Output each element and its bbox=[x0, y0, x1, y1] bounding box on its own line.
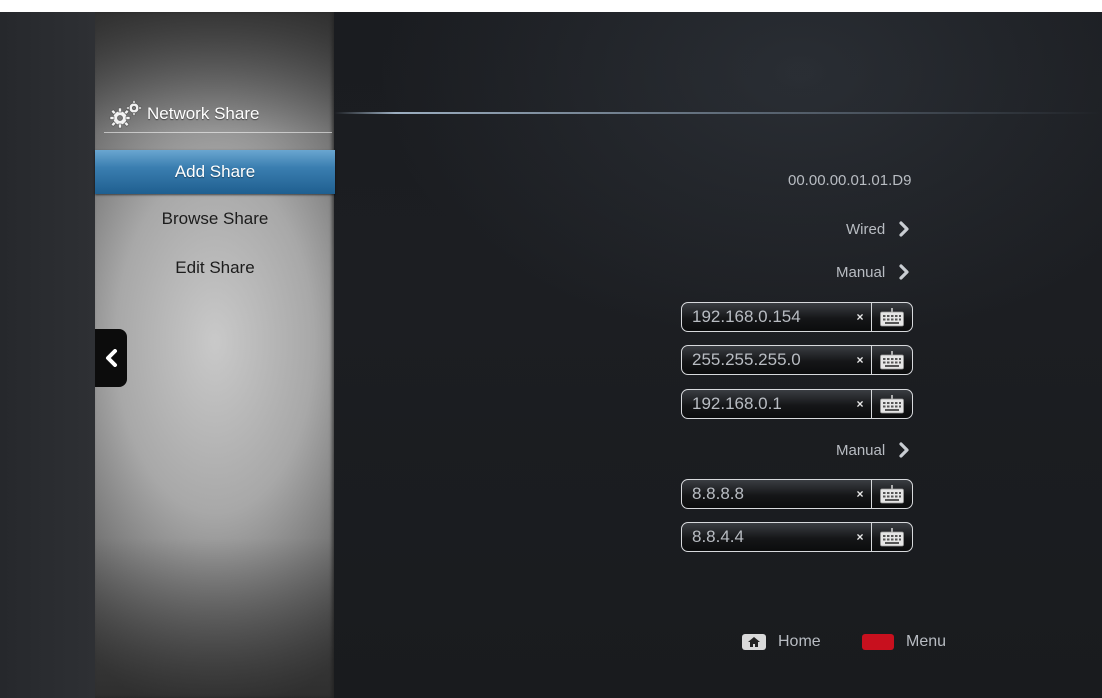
clear-icon[interactable]: × bbox=[849, 487, 871, 501]
keyboard-button[interactable] bbox=[871, 346, 912, 374]
keyboard-button[interactable] bbox=[871, 480, 912, 508]
collapse-sidebar-button[interactable] bbox=[95, 329, 127, 387]
clear-icon[interactable]: × bbox=[849, 530, 871, 544]
home-icon bbox=[742, 634, 766, 650]
gateway-value: 192.168.0.1 bbox=[692, 394, 782, 413]
connection-type-selector[interactable]: Wired bbox=[846, 217, 911, 241]
dns-primary-field[interactable]: 8.8.8.8 × bbox=[681, 479, 913, 509]
connection-type-value: Wired bbox=[846, 220, 886, 238]
dns-secondary-field[interactable]: 8.8.4.4 × bbox=[681, 522, 913, 552]
keyboard-button[interactable] bbox=[871, 303, 912, 331]
menu-label: Menu bbox=[906, 633, 947, 650]
dns-primary-value: 8.8.8.8 bbox=[692, 484, 744, 503]
gear-icon bbox=[109, 100, 142, 129]
keyboard-icon bbox=[880, 351, 904, 370]
subnet-mask-value: 255.255.255.0 bbox=[692, 350, 801, 369]
keyboard-icon bbox=[880, 308, 904, 327]
mac-address: 00.00.00.01.01.D9 bbox=[788, 172, 912, 189]
dns-secondary-value: 8.8.4.4 bbox=[692, 527, 744, 546]
keyboard-icon bbox=[880, 395, 904, 414]
menu-item-add-share[interactable]: Add Share bbox=[95, 150, 335, 194]
clear-icon[interactable]: × bbox=[849, 353, 871, 367]
dns-mode-selector[interactable]: Manual bbox=[836, 438, 911, 462]
menu-item-label: Edit Share bbox=[175, 258, 255, 277]
ip-mode-selector[interactable]: Manual bbox=[836, 260, 911, 284]
section-header: Network Share bbox=[104, 96, 332, 133]
chevron-left-icon bbox=[106, 349, 117, 367]
gateway-field[interactable]: 192.168.0.1 × bbox=[681, 389, 913, 419]
home-label: Home bbox=[778, 633, 821, 650]
menu-item-label: Browse Share bbox=[161, 209, 269, 228]
home-button[interactable]: Home bbox=[742, 631, 821, 653]
ip-address-value: 192.168.0.154 bbox=[692, 307, 801, 326]
menu-item-edit-share[interactable]: Edit Share bbox=[95, 246, 335, 290]
chevron-right-icon bbox=[899, 264, 909, 280]
ip-mode-value: Manual bbox=[836, 263, 886, 281]
clear-icon[interactable]: × bbox=[849, 397, 871, 411]
left-strip bbox=[0, 12, 95, 698]
keyboard-icon bbox=[880, 528, 904, 547]
menu-item-browse-share[interactable]: Browse Share bbox=[95, 197, 335, 241]
sidebar-bottom-shade bbox=[95, 538, 334, 698]
ip-address-field[interactable]: 192.168.0.154 × bbox=[681, 302, 913, 332]
chevron-right-icon bbox=[899, 442, 909, 458]
red-key-icon bbox=[862, 634, 894, 650]
subnet-mask-field[interactable]: 255.255.255.0 × bbox=[681, 345, 913, 375]
chevron-right-icon bbox=[899, 221, 909, 237]
clear-icon[interactable]: × bbox=[849, 310, 871, 324]
menu-item-label: Add Share bbox=[174, 162, 256, 181]
keyboard-button[interactable] bbox=[871, 523, 912, 551]
keyboard-button[interactable] bbox=[871, 390, 912, 418]
section-title: Network Share bbox=[147, 104, 260, 123]
menu-button[interactable]: Menu bbox=[862, 631, 946, 653]
header-divider-line bbox=[334, 112, 1102, 114]
dns-mode-value: Manual bbox=[836, 441, 886, 459]
keyboard-icon bbox=[880, 485, 904, 504]
